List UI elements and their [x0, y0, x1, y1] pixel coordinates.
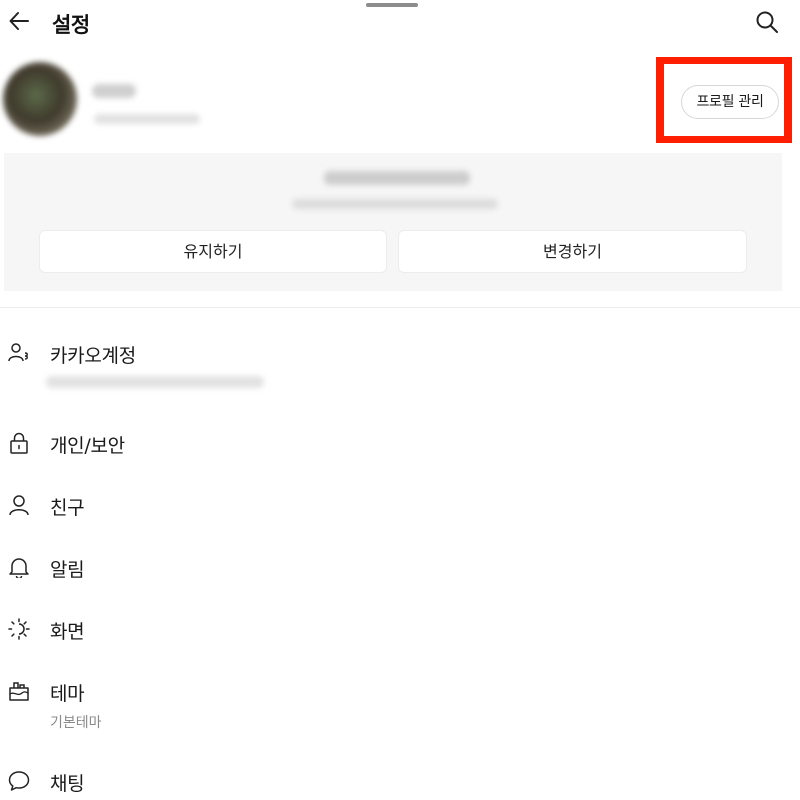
theme-current-value: 기본테마 — [50, 715, 102, 731]
menu-item-notifications[interactable]: 알림 — [0, 552, 800, 586]
profile-status-redacted — [94, 114, 200, 124]
notice-title-redacted — [324, 171, 470, 185]
change-button[interactable]: 변경하기 — [398, 230, 747, 273]
page-title: 설정 — [52, 13, 90, 37]
menu-label: 알림 — [50, 559, 85, 581]
app-header: 설정 — [0, 0, 800, 46]
menu-label: 친구 — [50, 497, 85, 519]
person-icon — [9, 495, 29, 516]
menu-item-chat[interactable]: 채팅 — [0, 766, 800, 800]
menu-item-kakao-account[interactable]: 카카오계정 — [0, 338, 800, 410]
menu-item-display[interactable]: 화면 — [0, 614, 800, 648]
profile-name-redacted — [92, 84, 136, 98]
avatar[interactable] — [3, 62, 77, 136]
notice-panel: 유지하기 변경하기 — [4, 153, 782, 291]
menu-label: 채팅 — [50, 773, 85, 795]
arrow-left-icon[interactable] — [8, 10, 30, 32]
menu-item-privacy-security[interactable]: 개인/보안 — [0, 428, 800, 462]
search-icon[interactable] — [755, 10, 779, 34]
divider — [0, 307, 800, 308]
brightness-icon — [8, 618, 30, 640]
account-email-redacted — [46, 376, 264, 388]
account-icon — [8, 343, 28, 362]
menu-item-friends[interactable]: 친구 — [0, 490, 800, 524]
keep-button[interactable]: 유지하기 — [39, 230, 387, 273]
theme-icon — [9, 682, 29, 701]
menu-label: 카카오계정 — [50, 345, 136, 367]
notice-description-redacted — [292, 199, 498, 209]
profile-manage-button[interactable]: 프로필 관리 — [681, 85, 779, 119]
menu-label: 화면 — [50, 621, 85, 643]
menu-label: 개인/보안 — [50, 435, 125, 457]
bell-icon — [9, 558, 29, 578]
menu-item-theme[interactable]: 테마 기본테마 — [0, 676, 800, 736]
lock-icon — [10, 432, 28, 454]
menu-label: 테마 — [50, 683, 85, 705]
chat-bubble-icon — [8, 771, 30, 791]
